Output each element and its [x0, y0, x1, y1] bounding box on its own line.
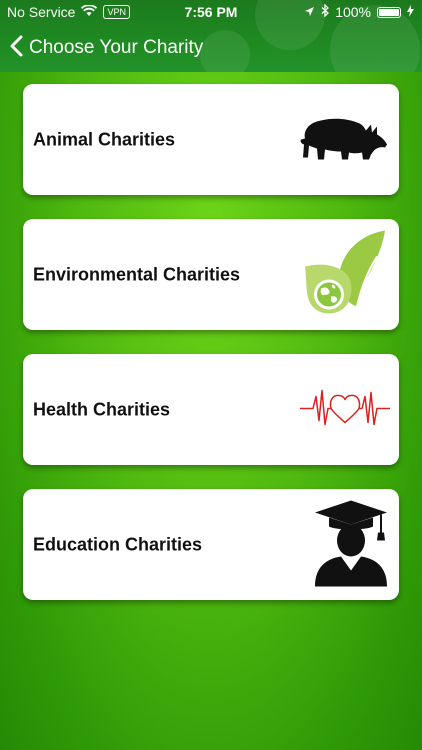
card-environmental-charities[interactable]: Environmental Charities — [23, 219, 399, 330]
card-label: Health Charities — [33, 399, 171, 419]
card-animal-charities[interactable]: Animal Charities — [23, 84, 399, 195]
back-button[interactable]: Choose Your Charity — [10, 35, 203, 62]
charging-icon — [407, 4, 414, 20]
page-title: Choose Your Charity — [29, 37, 204, 58]
location-icon — [304, 4, 315, 20]
chevron-left-icon — [10, 35, 23, 62]
graduate-icon — [311, 496, 391, 593]
card-label: Education Charities — [33, 534, 203, 554]
battery-percent: 100% — [335, 4, 371, 20]
card-label: Environmental Charities — [33, 264, 241, 284]
rhino-icon — [299, 112, 391, 167]
card-label: Animal Charities — [33, 129, 176, 149]
header: No Service VPN 7:56 PM 100% Choose Your … — [0, 0, 422, 72]
navigation-bar: Choose Your Charity — [0, 28, 422, 68]
bluetooth-icon — [321, 3, 330, 20]
card-education-charities[interactable]: Education Charities — [23, 489, 399, 600]
card-health-charities[interactable]: Health Charities — [23, 354, 399, 465]
battery-icon — [377, 6, 401, 18]
leaf-globe-icon — [301, 226, 391, 323]
status-bar: No Service VPN 7:56 PM 100% — [0, 0, 422, 24]
heartbeat-icon — [299, 382, 391, 437]
